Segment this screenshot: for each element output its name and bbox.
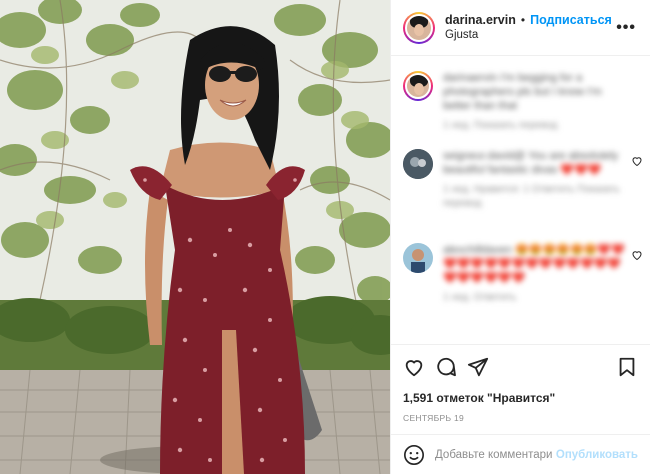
comment-input[interactable] — [435, 448, 553, 461]
heart-icon[interactable] — [403, 356, 425, 378]
smiley-icon[interactable] — [403, 444, 425, 466]
comment-avatar[interactable] — [403, 149, 433, 179]
comment-meta[interactable]: 1 нед. Показать перевод — [443, 119, 631, 133]
follow-button[interactable]: Подписаться — [530, 13, 612, 28]
post-header: darina.ervin • Подписаться Gjusta ••• — [391, 0, 650, 56]
action-icons-row — [403, 355, 638, 379]
comment-text-content: seigneur.david@ You are absolutely beaut… — [443, 150, 619, 176]
instagram-post: darina.ervin • Подписаться Gjusta ••• da… — [0, 0, 650, 474]
comments-list[interactable]: darinaervin I'm begging for a photograph… — [391, 57, 650, 344]
author-username[interactable]: darina.ervin — [445, 13, 516, 28]
comment-like-heart-icon[interactable] — [631, 249, 643, 261]
publish-button[interactable]: Опубликовать — [556, 449, 638, 461]
author-avatar-image — [405, 13, 433, 42]
comment-like-heart-icon[interactable] — [631, 155, 643, 167]
comment-avatar-image — [405, 73, 431, 99]
header-row: darina.ervin • Подписаться — [445, 13, 612, 28]
comment-icon[interactable] — [435, 356, 457, 378]
post-side-panel: darina.ervin • Подписаться Gjusta ••• da… — [390, 0, 650, 474]
post-date[interactable]: Сентябрь 19 — [403, 413, 638, 423]
bookmark-icon[interactable] — [616, 356, 638, 378]
paper-plane-icon[interactable] — [467, 356, 489, 378]
likes-count[interactable]: 1,591 отметок "Нравится" — [403, 391, 638, 405]
comment-avatar[interactable] — [403, 243, 433, 273]
author-avatar[interactable] — [403, 11, 435, 44]
more-options-icon[interactable]: ••• — [616, 19, 636, 37]
header-text: darina.ervin • Подписаться Gjusta — [445, 13, 612, 43]
commenter-photo — [403, 149, 433, 179]
add-comment-bar: Опубликовать — [391, 434, 650, 474]
commenter-photo — [403, 243, 433, 273]
photo-illustration — [0, 0, 390, 474]
comment-text-content: alexchilldaven 😍😍😍😍😍😍❤️❤️❤️❤️❤️❤️❤️❤️❤️❤… — [443, 244, 625, 284]
comment-text-content: darinaervin I'm begging for a photograph… — [443, 72, 602, 112]
post-photo[interactable] — [0, 0, 390, 474]
comment-text: darinaervin I'm begging for a photograph… — [443, 71, 631, 133]
comment-avatar[interactable] — [403, 71, 433, 101]
separator-dot: • — [520, 12, 526, 27]
comment-meta[interactable]: 1 нед. Ответить — [443, 291, 631, 305]
comment-meta[interactable]: 1 нед. Нравится: 1 Ответить Показать пер… — [443, 183, 631, 211]
post-location[interactable]: Gjusta — [445, 28, 612, 43]
comment-text: seigneur.david@ You are absolutely beaut… — [443, 149, 631, 211]
post-actions: 1,591 отметок "Нравится" Сентябрь 19 — [391, 344, 650, 423]
comment-text: alexchilldaven 😍😍😍😍😍😍❤️❤️❤️❤️❤️❤️❤️❤️❤️❤… — [443, 243, 631, 305]
